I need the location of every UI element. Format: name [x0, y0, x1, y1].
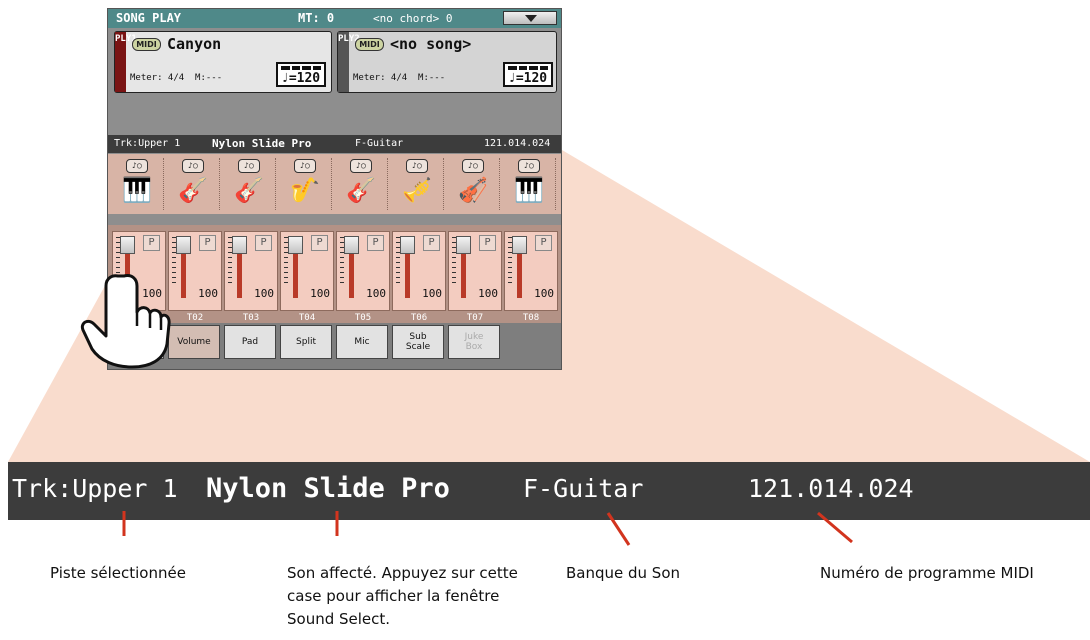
callout-track-caption: Piste sélectionnée: [50, 564, 186, 582]
pointing-hand-icon: [80, 274, 171, 369]
callout-bank-caption: Banque du Son: [566, 564, 681, 582]
callout-sound-caption: Son affecté. Appuyez sur cette case pour…: [287, 564, 518, 628]
callout-bank-marker: [606, 512, 631, 546]
callout-program-marker: [817, 511, 853, 544]
callout-program-caption: Numéro de programme MIDI: [820, 564, 1034, 582]
